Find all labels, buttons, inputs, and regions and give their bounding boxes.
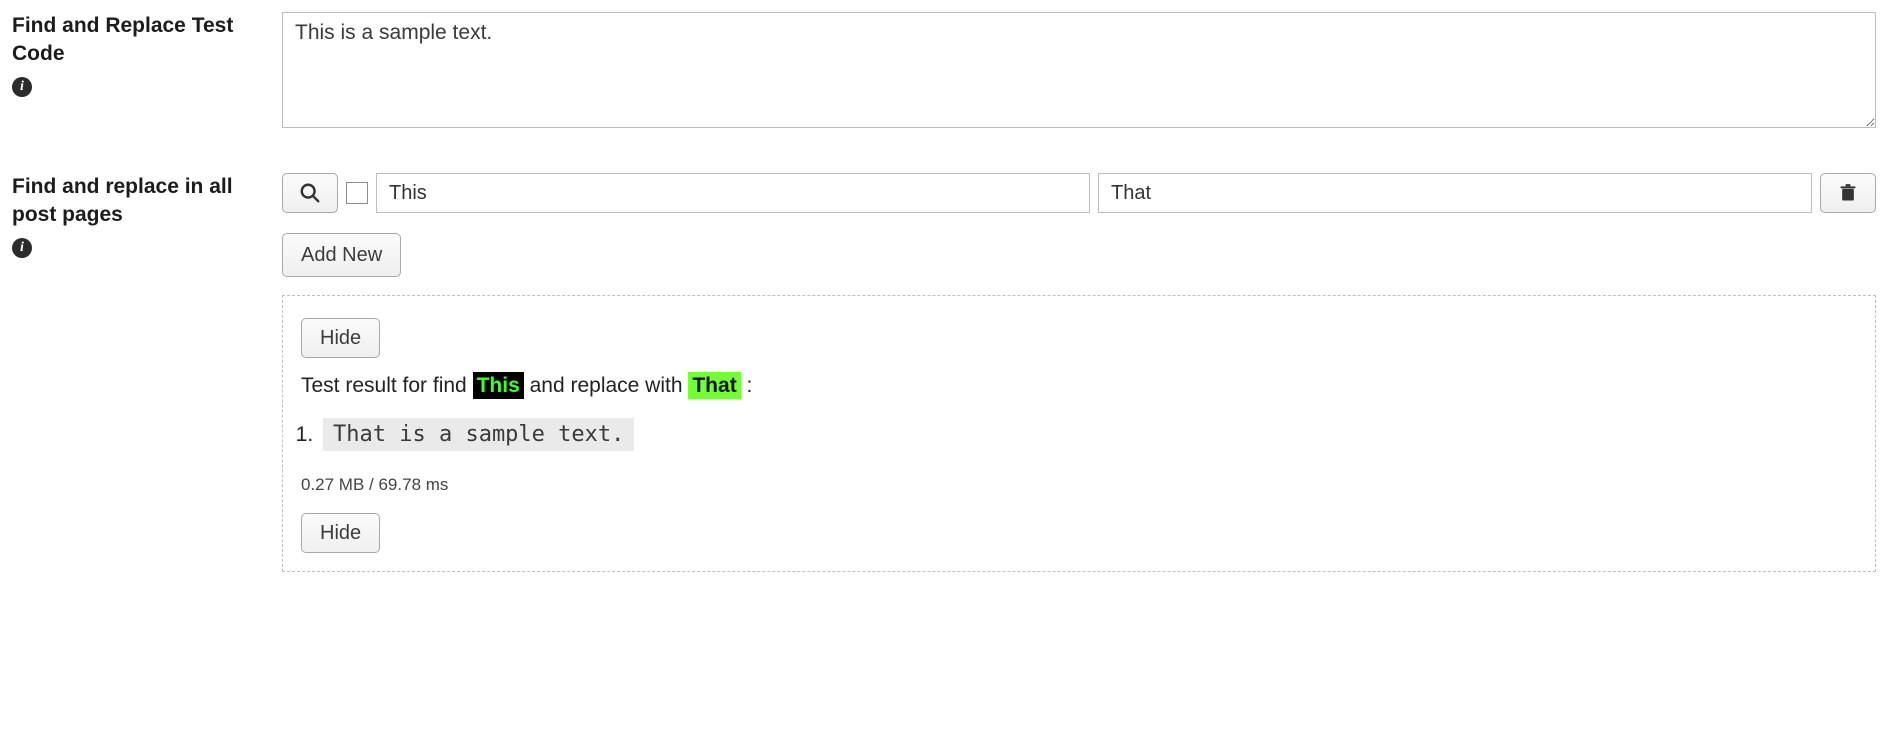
result-sentence: Test result for find This and replace wi… — [301, 374, 1857, 398]
hide-button-top[interactable]: Hide — [301, 318, 380, 358]
list-item: That is a sample text. — [319, 418, 1857, 451]
controls-line — [282, 173, 1876, 213]
find-input[interactable] — [376, 173, 1090, 213]
section-label: Find and Replace Test Code — [12, 12, 264, 69]
test-code-textarea[interactable] — [282, 12, 1876, 128]
result-text: Test result for find — [301, 374, 473, 397]
result-stats: 0.27 MB / 69.78 ms — [301, 475, 1857, 495]
content-col — [282, 12, 1876, 133]
section-find-replace: Find and replace in all post pages i — [12, 173, 1876, 572]
result-panel: Hide Test result for find This and repla… — [282, 295, 1876, 572]
result-text: and replace with — [530, 374, 689, 397]
replace-input[interactable] — [1098, 173, 1812, 213]
add-new-button[interactable]: Add New — [282, 233, 401, 277]
content-col: Add New Hide Test result for find This a… — [282, 173, 1876, 572]
hide-button-bottom[interactable]: Hide — [301, 513, 380, 553]
info-icon[interactable]: i — [12, 238, 32, 258]
search-button[interactable] — [282, 173, 338, 213]
result-list: That is a sample text. — [319, 418, 1857, 451]
delete-button[interactable] — [1820, 173, 1876, 213]
section-test-code: Find and Replace Test Code i — [12, 12, 1876, 133]
label-col: Find and Replace Test Code i — [12, 12, 282, 97]
replace-highlight: That — [688, 372, 740, 399]
regex-checkbox-wrapper — [346, 173, 368, 213]
find-highlight: This — [473, 372, 524, 399]
regex-checkbox[interactable] — [346, 182, 368, 204]
search-icon — [299, 182, 321, 204]
result-text: : — [747, 374, 753, 397]
label-col: Find and replace in all post pages i — [12, 173, 282, 258]
trash-icon — [1838, 182, 1858, 204]
result-line: That is a sample text. — [323, 418, 634, 451]
section-label: Find and replace in all post pages — [12, 173, 264, 230]
info-icon[interactable]: i — [12, 77, 32, 97]
